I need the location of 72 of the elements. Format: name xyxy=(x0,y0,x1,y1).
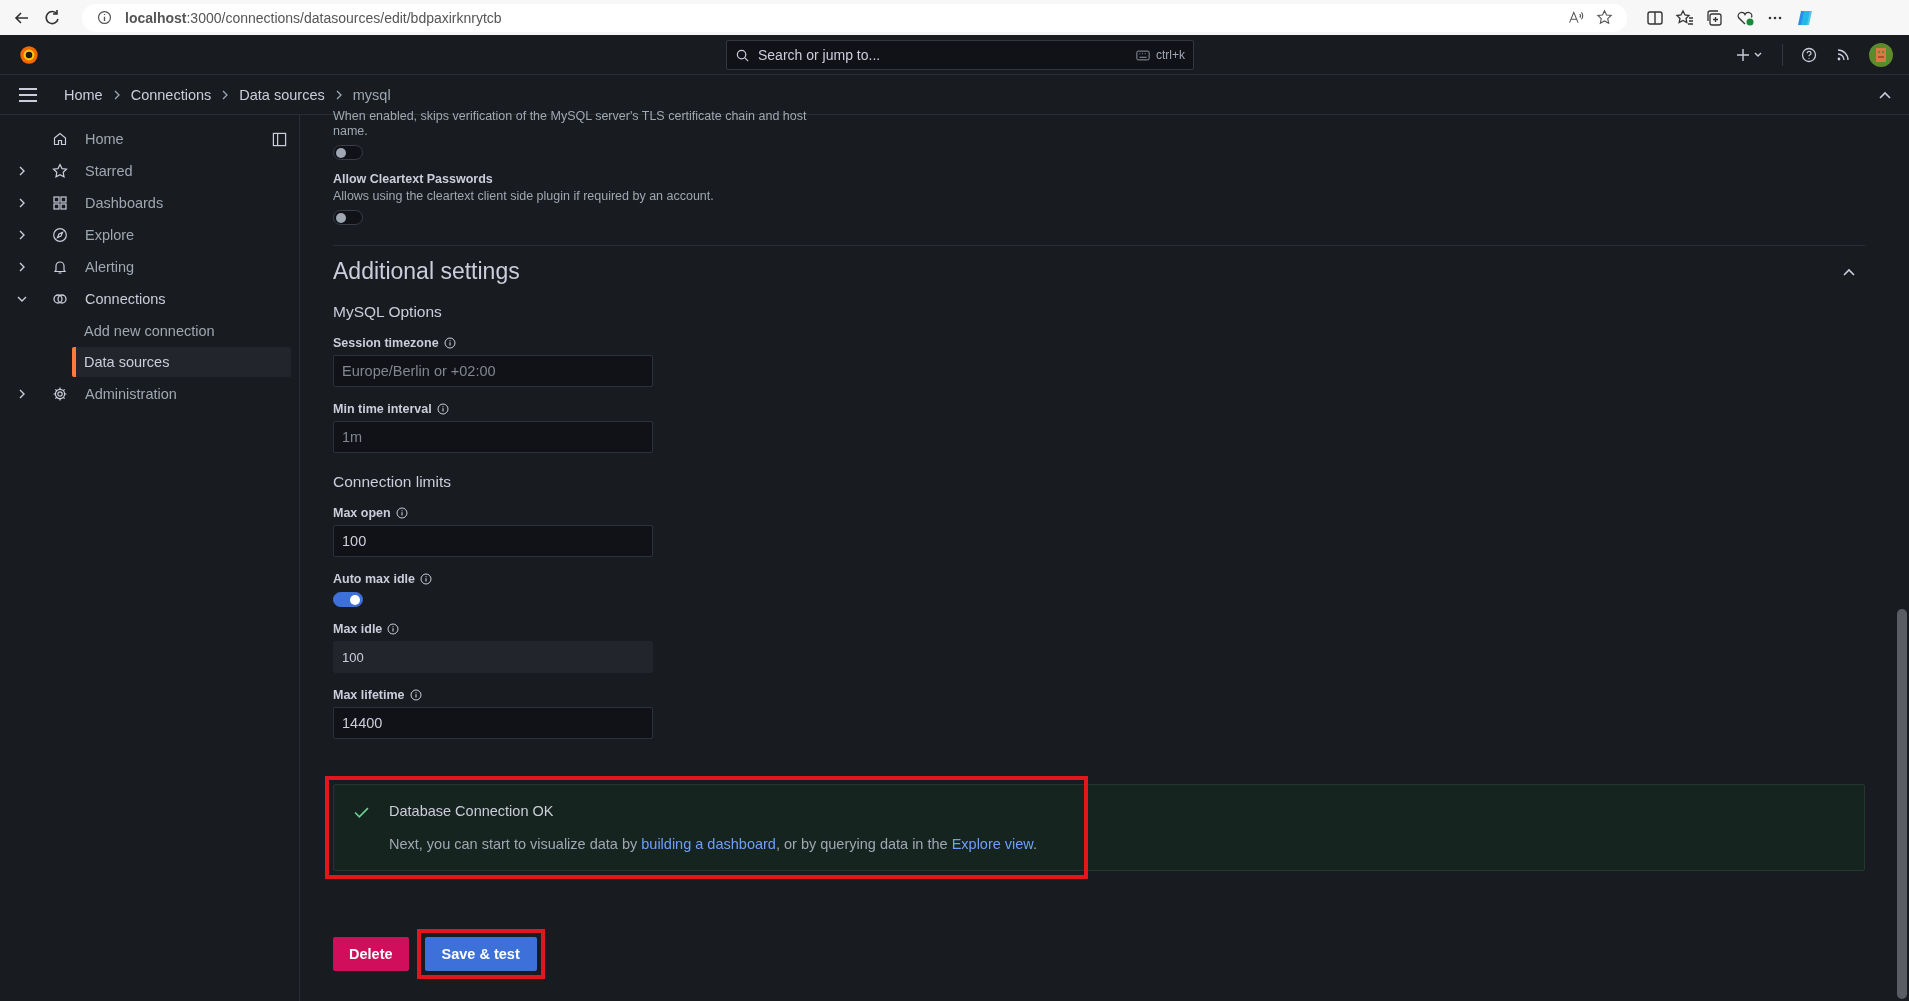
group-title: MySQL Options xyxy=(333,303,443,321)
info-icon[interactable] xyxy=(96,9,113,26)
search-bar[interactable]: Search or jump to... ctrl+k xyxy=(726,40,1194,70)
field-label: Max idle xyxy=(333,622,383,636)
chevron-up-icon[interactable] xyxy=(1879,90,1891,99)
toggle-switch[interactable] xyxy=(333,210,363,225)
field-label: Session timezone xyxy=(333,336,439,350)
check-icon xyxy=(354,806,369,819)
chevron-right-icon[interactable] xyxy=(17,198,27,208)
help-icon[interactable] xyxy=(1801,46,1817,63)
field-label: Auto max idle xyxy=(333,572,415,586)
field-label: Min time interval xyxy=(333,402,432,416)
input-field[interactable]: Europe/Berlin or +02:00 xyxy=(333,355,653,387)
nav-subitem[interactable]: Data sources xyxy=(72,347,291,377)
compass-icon xyxy=(52,227,68,243)
chevron-right-icon xyxy=(112,89,121,100)
chevron-right-icon xyxy=(334,89,343,100)
home-icon xyxy=(52,131,68,147)
alert-title: Database Connection OK xyxy=(389,803,555,819)
breadcrumb-link[interactable]: mysql xyxy=(352,86,391,103)
avatar-icon[interactable] xyxy=(1869,42,1893,67)
nav-item[interactable]: Alerting xyxy=(12,251,291,283)
chevron-right-icon[interactable] xyxy=(17,262,27,272)
field-label: Max open xyxy=(333,506,391,520)
rss-icon[interactable] xyxy=(1835,46,1851,63)
breadcrumb-link[interactable]: Home xyxy=(64,86,103,103)
url-text: localhost:3000/connections/datasources/edit/bdpaxirknrytcb xyxy=(125,9,502,26)
dock-icon[interactable] xyxy=(272,131,287,147)
read-aloud-icon[interactable] xyxy=(1567,9,1584,26)
input-field[interactable]: 14400 xyxy=(333,707,653,739)
alert-message: Next, you can start to visualize data by building a dashboard, or by querying data in the Explore view. xyxy=(389,836,1038,852)
search-field[interactable]: Search or jump to... xyxy=(756,46,1130,64)
delete-button[interactable]: Delete xyxy=(333,937,409,971)
star-icon[interactable] xyxy=(1596,9,1613,26)
collections-icon[interactable] xyxy=(1705,7,1725,28)
plus-icon[interactable] xyxy=(1736,46,1764,63)
field-label: Max lifetime xyxy=(333,688,405,702)
gear-icon xyxy=(52,386,68,402)
nav-item[interactable]: Starred xyxy=(12,155,291,187)
toggle-switch[interactable] xyxy=(333,145,363,160)
menu-icon[interactable] xyxy=(18,86,38,103)
setting-description: Allows using the cleartext client side plugin if required by an account. xyxy=(333,189,715,204)
address-bar[interactable]: localhost:3000/connections/datasources/edit/bdpaxirknrytcb xyxy=(82,3,1627,32)
alert-link[interactable]: building a dashboard xyxy=(641,836,776,852)
chevron-right-icon[interactable] xyxy=(17,230,27,240)
nav-item[interactable]: Administration xyxy=(12,378,291,410)
setting-label: Allow Cleartext Passwords xyxy=(333,172,494,186)
input-field[interactable]: 100 xyxy=(333,525,653,557)
breadcrumb-link[interactable]: Data sources xyxy=(239,86,325,103)
section-title: Additional settings xyxy=(333,258,520,285)
grid-icon xyxy=(52,195,68,211)
chevron-right-icon[interactable] xyxy=(17,389,27,399)
setting-description: When enabled, skips verification of the MySQL server's TLS certificate chain and host name. xyxy=(333,109,808,139)
shortcut-hint: ctrl+k xyxy=(1156,48,1185,62)
keyboard-icon xyxy=(1136,49,1150,61)
group-title: Connection limits xyxy=(333,473,453,491)
nav-item[interactable]: Explore xyxy=(12,219,291,251)
input-field[interactable]: 1m xyxy=(333,421,653,453)
nav-item[interactable]: Home xyxy=(12,123,291,155)
chevron-right-icon[interactable] xyxy=(17,166,27,176)
toggle-switch[interactable] xyxy=(333,592,363,607)
chevron-right-icon xyxy=(221,89,230,100)
breadcrumb-link[interactable]: Connections xyxy=(130,86,212,103)
nav-item[interactable]: Connections xyxy=(12,283,291,315)
search-icon xyxy=(735,47,750,63)
chevron-down-icon[interactable] xyxy=(17,294,27,304)
bell-icon xyxy=(52,259,68,275)
nav-item[interactable]: Dashboards xyxy=(12,187,291,219)
collapse-icon[interactable] xyxy=(1843,267,1855,276)
nav-subitem[interactable]: Add new connection xyxy=(72,316,291,346)
star-icon xyxy=(52,163,68,179)
save-button[interactable]: Save & test xyxy=(424,937,537,971)
